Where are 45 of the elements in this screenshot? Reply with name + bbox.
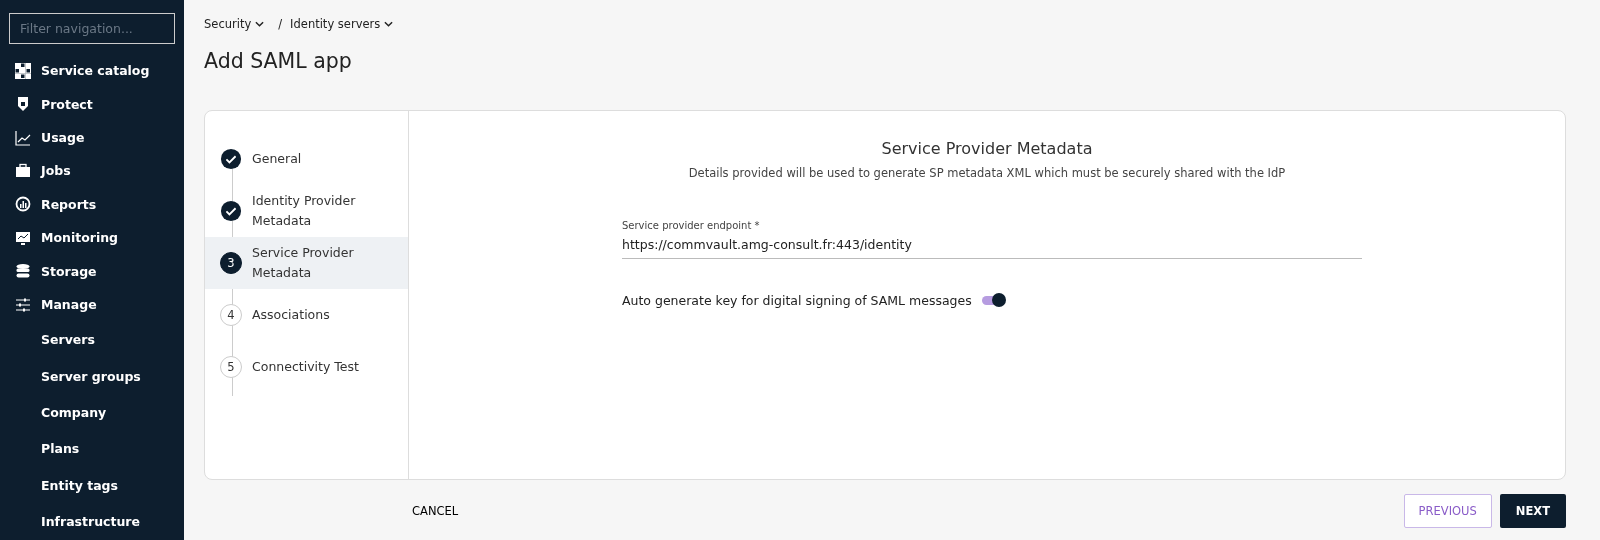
section-description: Details provided will be used to generate SP metadata XML which must be securely shared with the IdP [688,166,1286,180]
step-number: 3 [220,252,242,274]
toggle-switch[interactable] [981,296,1004,305]
nav-item[interactable]: Jobs [9,154,175,188]
nav-item[interactable]: Plans [9,430,175,468]
breadcrumb-link[interactable]: Identity servers [290,17,394,31]
page-title: Add SAML app [204,49,352,73]
endpoint-field[interactable]: Service provider endpoint * https://commvault.amg-consult.fr:443/identity [622,220,1362,259]
nav-item[interactable]: Monitoring [9,221,175,255]
nav-item[interactable]: Protect [9,87,175,121]
grid-icon [15,62,31,79]
step-number: 4 [220,304,242,326]
nav-item[interactable]: Manage [9,288,175,322]
monitor-icon [15,229,31,246]
next-button[interactable]: NEXT [1499,494,1566,528]
nav-item[interactable]: Usage [9,120,175,155]
nav-item[interactable]: Server groups [9,357,175,395]
chevron-down-icon [255,21,265,27]
nav-item[interactable]: Infrastructure [9,503,175,540]
chart-icon [15,129,31,146]
nav-item[interactable]: Company [9,394,175,431]
briefcase-icon [15,162,31,179]
wizard-step[interactable]: 5 Connectivity Test [205,341,408,393]
previous-button[interactable]: PREVIOUS [1403,494,1492,528]
gauge-icon [15,196,31,213]
chevron-down-icon [384,21,394,27]
wizard-step[interactable]: General [205,133,408,185]
wizard-step[interactable]: 3 Service Provider Metadata [205,237,408,289]
filter-field[interactable]: Filter navigation... [9,13,175,44]
nav-item[interactable]: Service catalog [9,53,175,88]
sliders-icon [15,296,31,313]
wizard-step[interactable]: 4 Associations [205,289,408,341]
breadcrumb-link[interactable]: Security [204,17,265,31]
nav-item[interactable]: Reports [9,187,175,222]
cancel-button[interactable]: CANCEL [404,496,467,526]
database-icon [15,263,31,280]
nav-item[interactable]: Entity tags [9,467,175,504]
toggle-label: Auto generate key for digital signing of SAML messages [622,293,972,308]
nav-item[interactable]: Storage [9,254,175,288]
breadcrumb-separator: / [278,17,283,31]
nav-item[interactable]: Servers [9,321,175,358]
section-heading: Service Provider Metadata [881,139,1093,158]
step-number: 5 [220,356,242,378]
shield-icon [15,96,31,113]
wizard-step[interactable]: Identity Provider Metadata [205,185,408,237]
